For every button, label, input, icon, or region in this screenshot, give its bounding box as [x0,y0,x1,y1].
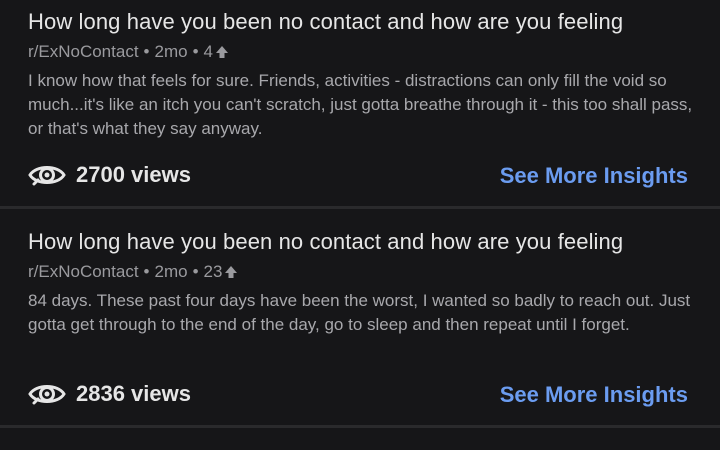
post-card-partial[interactable] [0,428,720,450]
meta-separator: • [192,262,199,281]
views-count: 2700 views [76,162,191,187]
post-age: 2mo [154,262,188,281]
see-more-insights-link[interactable]: See More Insights [500,382,688,408]
meta-separator: • [143,262,150,281]
post-card[interactable]: How long have you been no contact and ho… [0,209,720,425]
upvote-arrow-icon [216,46,228,58]
eye-icon [28,166,66,186]
post-title[interactable]: How long have you been no contact and ho… [28,229,623,255]
eye-icon [28,385,66,405]
post-score: 4 [203,42,213,61]
views-count: 2836 views [76,381,191,406]
views-stat: 2700 views [28,160,191,190]
meta-separator: • [143,42,150,61]
meta-separator: • [192,42,199,61]
upvote-arrow-icon [225,266,238,278]
subreddit-name[interactable]: r/ExNoContact [28,42,139,62]
post-score: 23 [203,262,223,281]
comment-text: 84 days. These past four days have been … [28,291,691,334]
post-age: 2mo [154,42,188,61]
subreddit-name[interactable]: r/ExNoContact [28,262,139,282]
comment-text: I know how that feels for sure. Friends,… [28,71,693,138]
see-more-insights-link[interactable]: See More Insights [500,163,688,189]
post-meta: r/ExNoContact • 2mo • 4 [28,42,229,62]
post-title[interactable]: How long have you been no contact and ho… [28,9,623,35]
post-card[interactable]: How long have you been no contact and ho… [0,0,720,206]
post-meta: r/ExNoContact • 2mo • 23 [28,262,238,282]
views-stat: 2836 views [28,379,191,409]
